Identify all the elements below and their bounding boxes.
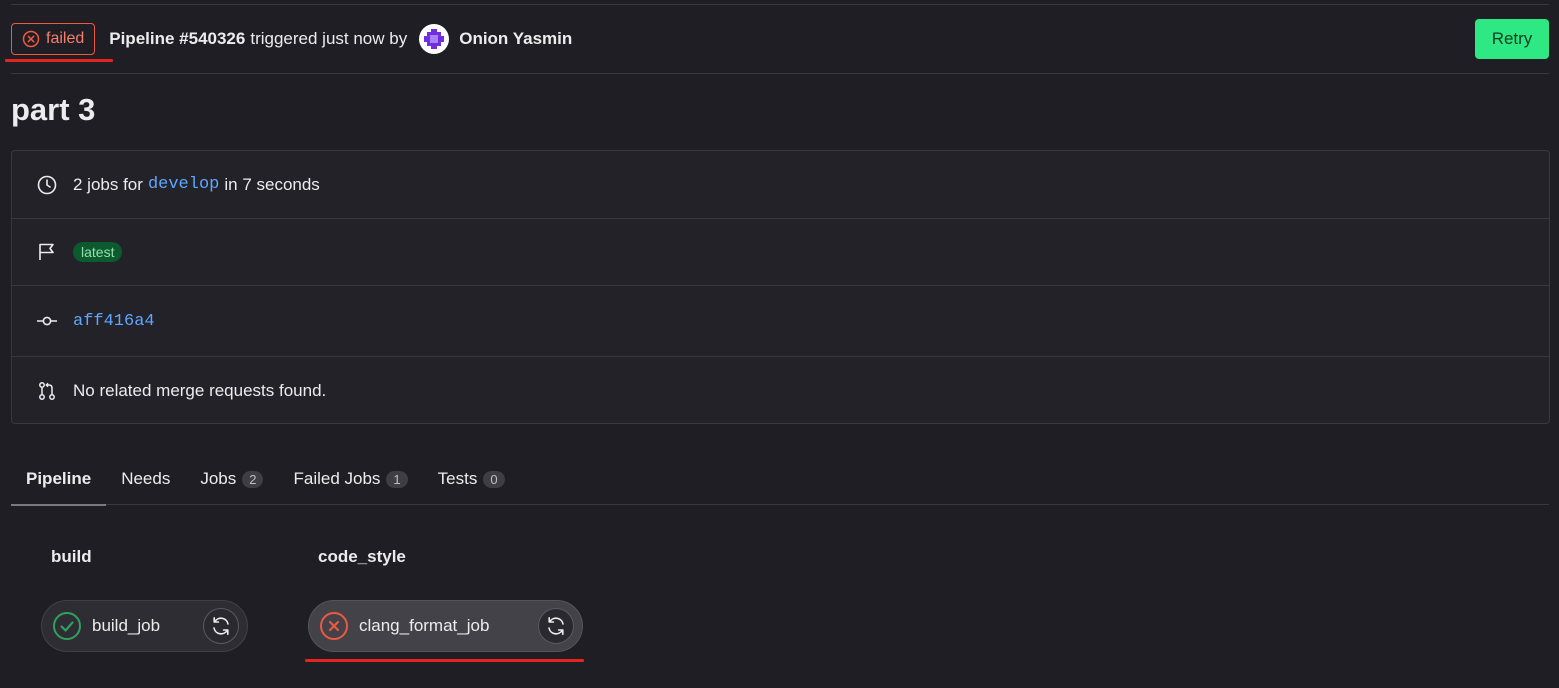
- avatar[interactable]: [419, 24, 450, 54]
- commit-icon: [36, 310, 58, 332]
- tab-needs[interactable]: Needs: [106, 453, 185, 505]
- duration-text: in 7 seconds: [224, 174, 320, 194]
- tab-count-badge: 0: [483, 470, 505, 488]
- badges-row: latest: [12, 219, 1549, 285]
- stage-title-build: build: [51, 547, 92, 566]
- status-highlight-underline: [5, 59, 113, 62]
- latest-badge: latest: [73, 242, 123, 262]
- pipeline-info-card: 2 jobs for develop in 7 seconds latest a…: [11, 150, 1550, 424]
- user-avatar-icon: [424, 29, 445, 49]
- status-badge-label: failed: [46, 30, 85, 47]
- tab-label: Jobs: [200, 469, 237, 488]
- jobs-summary-row: 2 jobs for develop in 7 seconds: [12, 151, 1549, 218]
- retry-job-button[interactable]: [538, 608, 574, 644]
- page-title: part 3: [11, 92, 96, 127]
- job-clang-format-job[interactable]: clang_format_job: [308, 600, 583, 652]
- job-name: build_job: [92, 616, 161, 635]
- commit-row: aff416a4: [12, 286, 1549, 356]
- tab-count-badge: 1: [386, 470, 408, 488]
- flag-icon: [36, 241, 58, 263]
- tab-count-badge: 2: [242, 470, 264, 488]
- tab-pipeline[interactable]: Pipeline: [11, 453, 107, 506]
- retry-icon: [548, 617, 564, 635]
- header-divider: [11, 73, 1549, 74]
- branch-link[interactable]: develop: [148, 175, 219, 194]
- stage-title-code-style: code_style: [318, 547, 406, 566]
- tab-label: Needs: [121, 469, 171, 488]
- job-build-job[interactable]: build_job: [41, 600, 248, 652]
- status-badge[interactable]: failed: [11, 23, 96, 55]
- success-icon: [53, 612, 81, 640]
- triggered-text: triggered just now by: [250, 29, 408, 48]
- merge-request-icon: [36, 380, 58, 402]
- tab-failed-jobs[interactable]: Failed Jobs 1: [278, 453, 422, 505]
- pipeline-page: failed Pipeline #540326 triggered just n…: [0, 0, 1559, 688]
- failed-icon: [320, 612, 348, 640]
- merge-requests-text: No related merge requests found.: [73, 380, 327, 400]
- retry-job-button[interactable]: [203, 608, 239, 644]
- merge-requests-row: No related merge requests found.: [12, 357, 1549, 424]
- jobs-count-text: 2 jobs for: [73, 174, 143, 194]
- failed-job-highlight-underline: [305, 659, 584, 662]
- retry-icon: [213, 617, 229, 635]
- user-name[interactable]: Onion Yasmin: [459, 29, 572, 49]
- tab-label: Failed Jobs: [293, 469, 381, 488]
- pipeline-tabs: Pipeline Needs Jobs 2 Failed Jobs 1 Test…: [11, 453, 1549, 506]
- tab-label: Pipeline: [26, 469, 92, 488]
- job-name: clang_format_job: [359, 616, 490, 635]
- pipeline-info: Pipeline #540326 triggered just now by O…: [109, 24, 572, 54]
- pipeline-id[interactable]: Pipeline #540326: [109, 29, 245, 49]
- clock-icon: [36, 174, 58, 196]
- tab-tests[interactable]: Tests 0: [423, 453, 520, 505]
- tab-jobs[interactable]: Jobs 2: [185, 453, 278, 505]
- retry-button[interactable]: Retry: [1475, 19, 1549, 59]
- tab-label: Tests: [437, 469, 478, 488]
- commit-link[interactable]: aff416a4: [73, 312, 155, 331]
- top-divider: [11, 4, 1549, 5]
- pipeline-header: failed Pipeline #540326 triggered just n…: [11, 19, 1549, 59]
- failed-icon: [22, 30, 40, 48]
